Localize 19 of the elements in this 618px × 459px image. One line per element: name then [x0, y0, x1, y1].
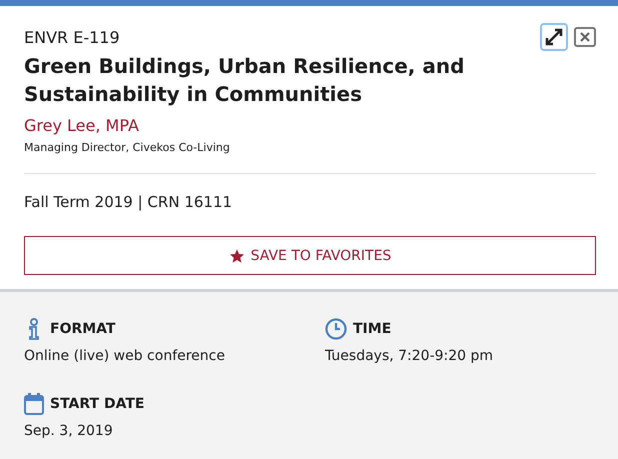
detail-heading: FORMAT — [50, 321, 116, 337]
expand-button[interactable] — [540, 23, 568, 51]
detail-heading: TIME — [353, 321, 392, 337]
calendar-icon — [24, 392, 44, 414]
clock-icon — [325, 318, 347, 340]
instructor-name: Grey Lee, MPA — [24, 116, 139, 136]
course-title: Green Buildings, Urban Resilience, and Sustainability in Communities — [24, 53, 466, 108]
detail-value: Online (live) web conference — [24, 348, 225, 364]
close-icon — [580, 32, 590, 42]
close-button[interactable] — [574, 27, 596, 47]
star-icon — [228, 248, 245, 264]
detail-value: Sep. 3, 2019 — [24, 422, 113, 438]
term-info: Fall Term 2019 | CRN 16111 — [24, 192, 232, 212]
detail-heading: START DATE — [50, 396, 144, 412]
detail-value: Tuesdays, 7:20-9:20 pm — [325, 348, 494, 364]
save-favorites-button[interactable]: SAVE TO FAVORITES — [24, 236, 596, 275]
expand-icon — [544, 27, 564, 47]
course-code: ENVR E-119 — [24, 28, 120, 48]
instructor-role: Managing Director, Civekos Co-Living — [24, 141, 230, 155]
